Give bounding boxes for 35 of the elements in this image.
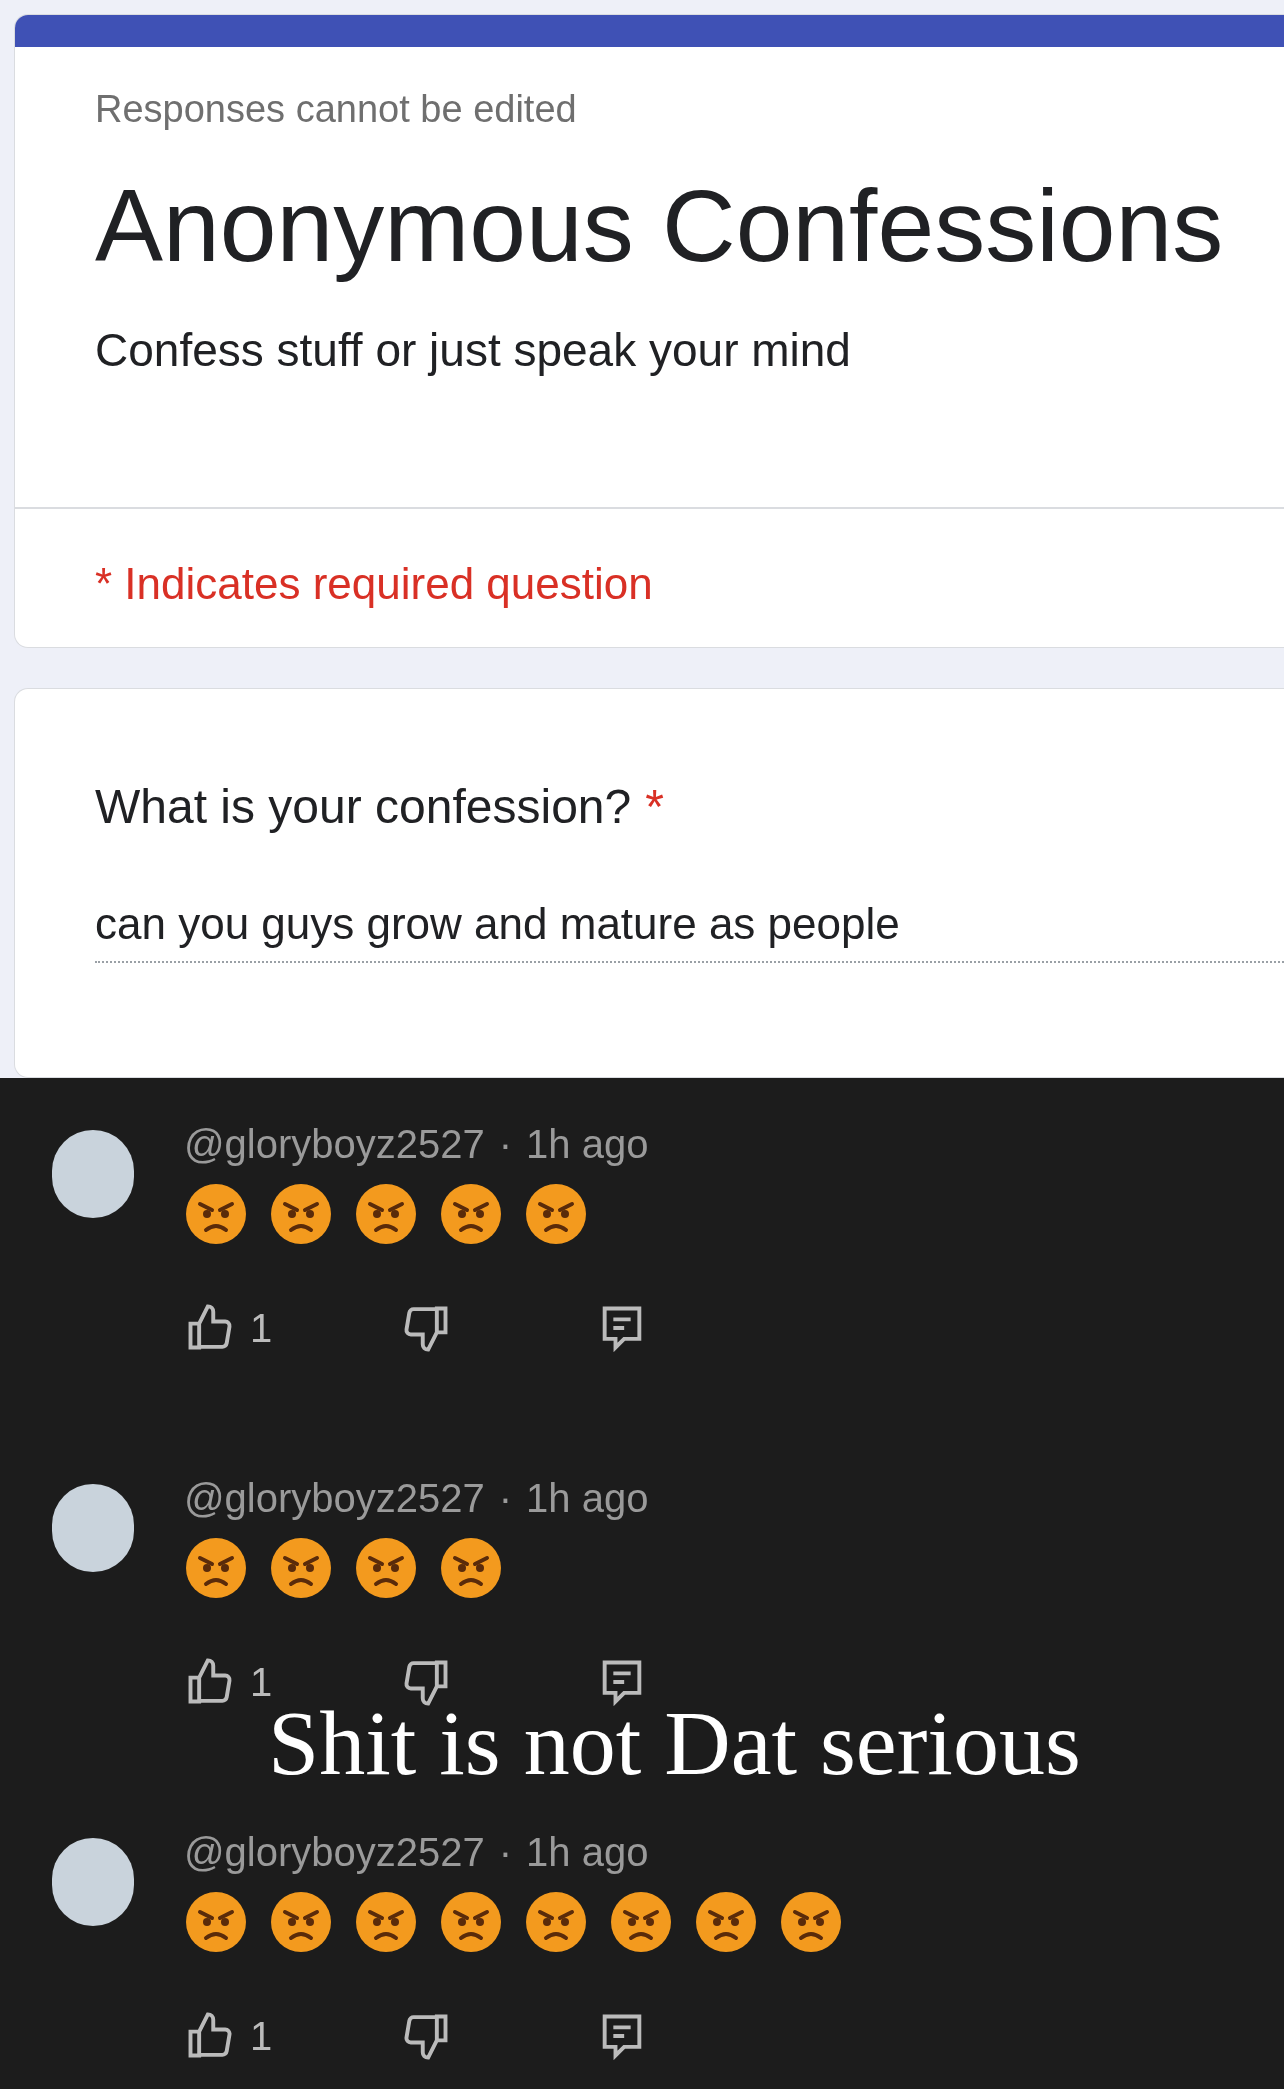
angry-face-icon	[524, 1890, 588, 1954]
form-title: Anonymous Confessions	[95, 168, 1225, 285]
answer-field[interactable]: can you guys grow and mature as people	[95, 891, 1284, 963]
angry-face-icon	[354, 1182, 418, 1246]
angry-face-icon	[184, 1890, 248, 1954]
angry-face-icon	[269, 1890, 333, 1954]
angry-face-icon	[269, 1536, 333, 1600]
question-label: What is your confession?	[95, 779, 632, 835]
angry-face-icon	[184, 1182, 248, 1246]
separator-dot: ·	[498, 1829, 513, 1876]
comment-author[interactable]: @gloryboyz2527	[184, 1472, 485, 1524]
comment-time: 1h ago	[526, 1121, 649, 1168]
angry-face-icon	[439, 1182, 503, 1246]
separator-dot: ·	[498, 1475, 513, 1522]
angry-face-icon	[439, 1890, 503, 1954]
comment-author[interactable]: @gloryboyz2527	[184, 1118, 485, 1170]
form-notice: Responses cannot be edited	[95, 87, 578, 132]
comment-time: 1h ago	[526, 1475, 649, 1522]
comment-author[interactable]: @gloryboyz2527	[184, 1826, 485, 1878]
angry-face-icon	[184, 1536, 248, 1600]
required-mark: *	[645, 779, 664, 835]
separator-dot: ·	[498, 1121, 513, 1168]
form-description: Confess stuff or just speak your mind	[95, 323, 852, 378]
angry-face-icon	[524, 1182, 588, 1246]
angry-face-icon	[269, 1182, 333, 1246]
angry-face-icon	[354, 1536, 418, 1600]
comment-time: 1h ago	[526, 1829, 649, 1876]
angry-face-icon	[354, 1890, 418, 1954]
like-button[interactable]: 1	[184, 1298, 400, 1358]
required-note: * Indicates required question	[95, 559, 653, 608]
angry-face-icon	[779, 1890, 843, 1954]
like-button[interactable]: 1	[184, 2006, 400, 2066]
angry-face-icon	[439, 1536, 503, 1600]
angry-face-icon	[694, 1890, 758, 1954]
angry-face-icon	[609, 1890, 673, 1954]
